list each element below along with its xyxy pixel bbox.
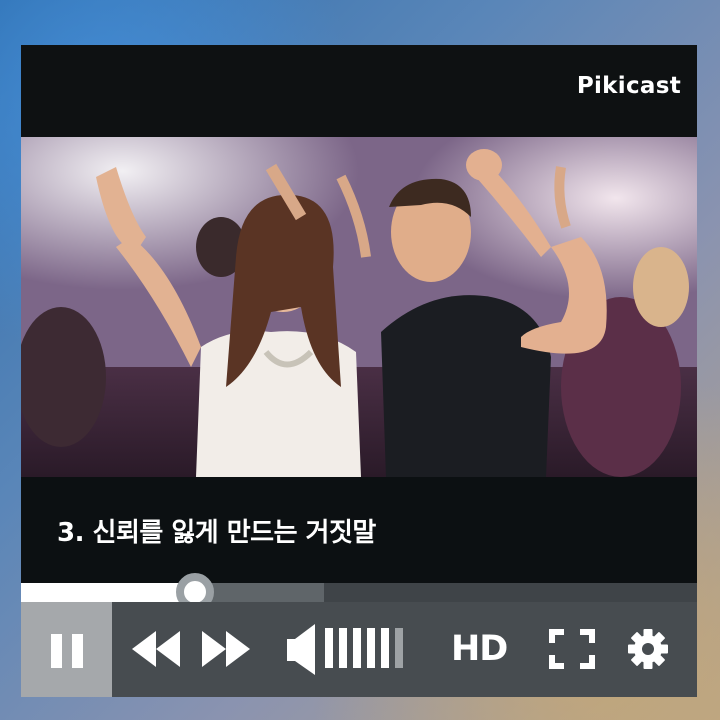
video-scene-image [21, 137, 697, 477]
volume-icon [287, 624, 315, 675]
progress-bar[interactable] [21, 573, 697, 611]
video-player: Pikicast 3. 신뢰를 잃게 만드는 거짓말 HD [21, 45, 697, 697]
pikicast-logo: Pikicast [576, 73, 681, 99]
fullscreen-button[interactable] [549, 629, 595, 669]
settings-button[interactable] [627, 628, 669, 670]
rewind-button[interactable] [130, 629, 182, 669]
volume-level-segment [367, 628, 375, 668]
volume-level-segment [339, 628, 347, 668]
gear-icon [628, 629, 668, 669]
video-frame[interactable] [21, 137, 697, 477]
quality-button[interactable]: HD [451, 628, 521, 670]
fast-forward-button[interactable] [200, 629, 252, 669]
volume-level-segment [325, 628, 333, 668]
volume-level-segment [381, 628, 389, 668]
control-bar: HD [21, 602, 697, 697]
pause-button[interactable] [21, 602, 112, 697]
volume-level-segment [353, 628, 361, 668]
volume-level-segment [395, 628, 403, 668]
video-caption: 3. 신뢰를 잃게 만드는 거짓말 [57, 518, 376, 548]
rewind-icon [132, 631, 180, 667]
volume-control[interactable] [287, 602, 417, 697]
pause-icon-bar [51, 634, 62, 668]
top-bar: Pikicast [21, 45, 697, 137]
progress-played [21, 583, 196, 602]
caption-area: 3. 신뢰를 잃게 만드는 거짓말 [21, 477, 697, 583]
fast-forward-icon [202, 631, 250, 667]
pause-icon-bar [72, 634, 83, 668]
fullscreen-icon [549, 629, 595, 669]
